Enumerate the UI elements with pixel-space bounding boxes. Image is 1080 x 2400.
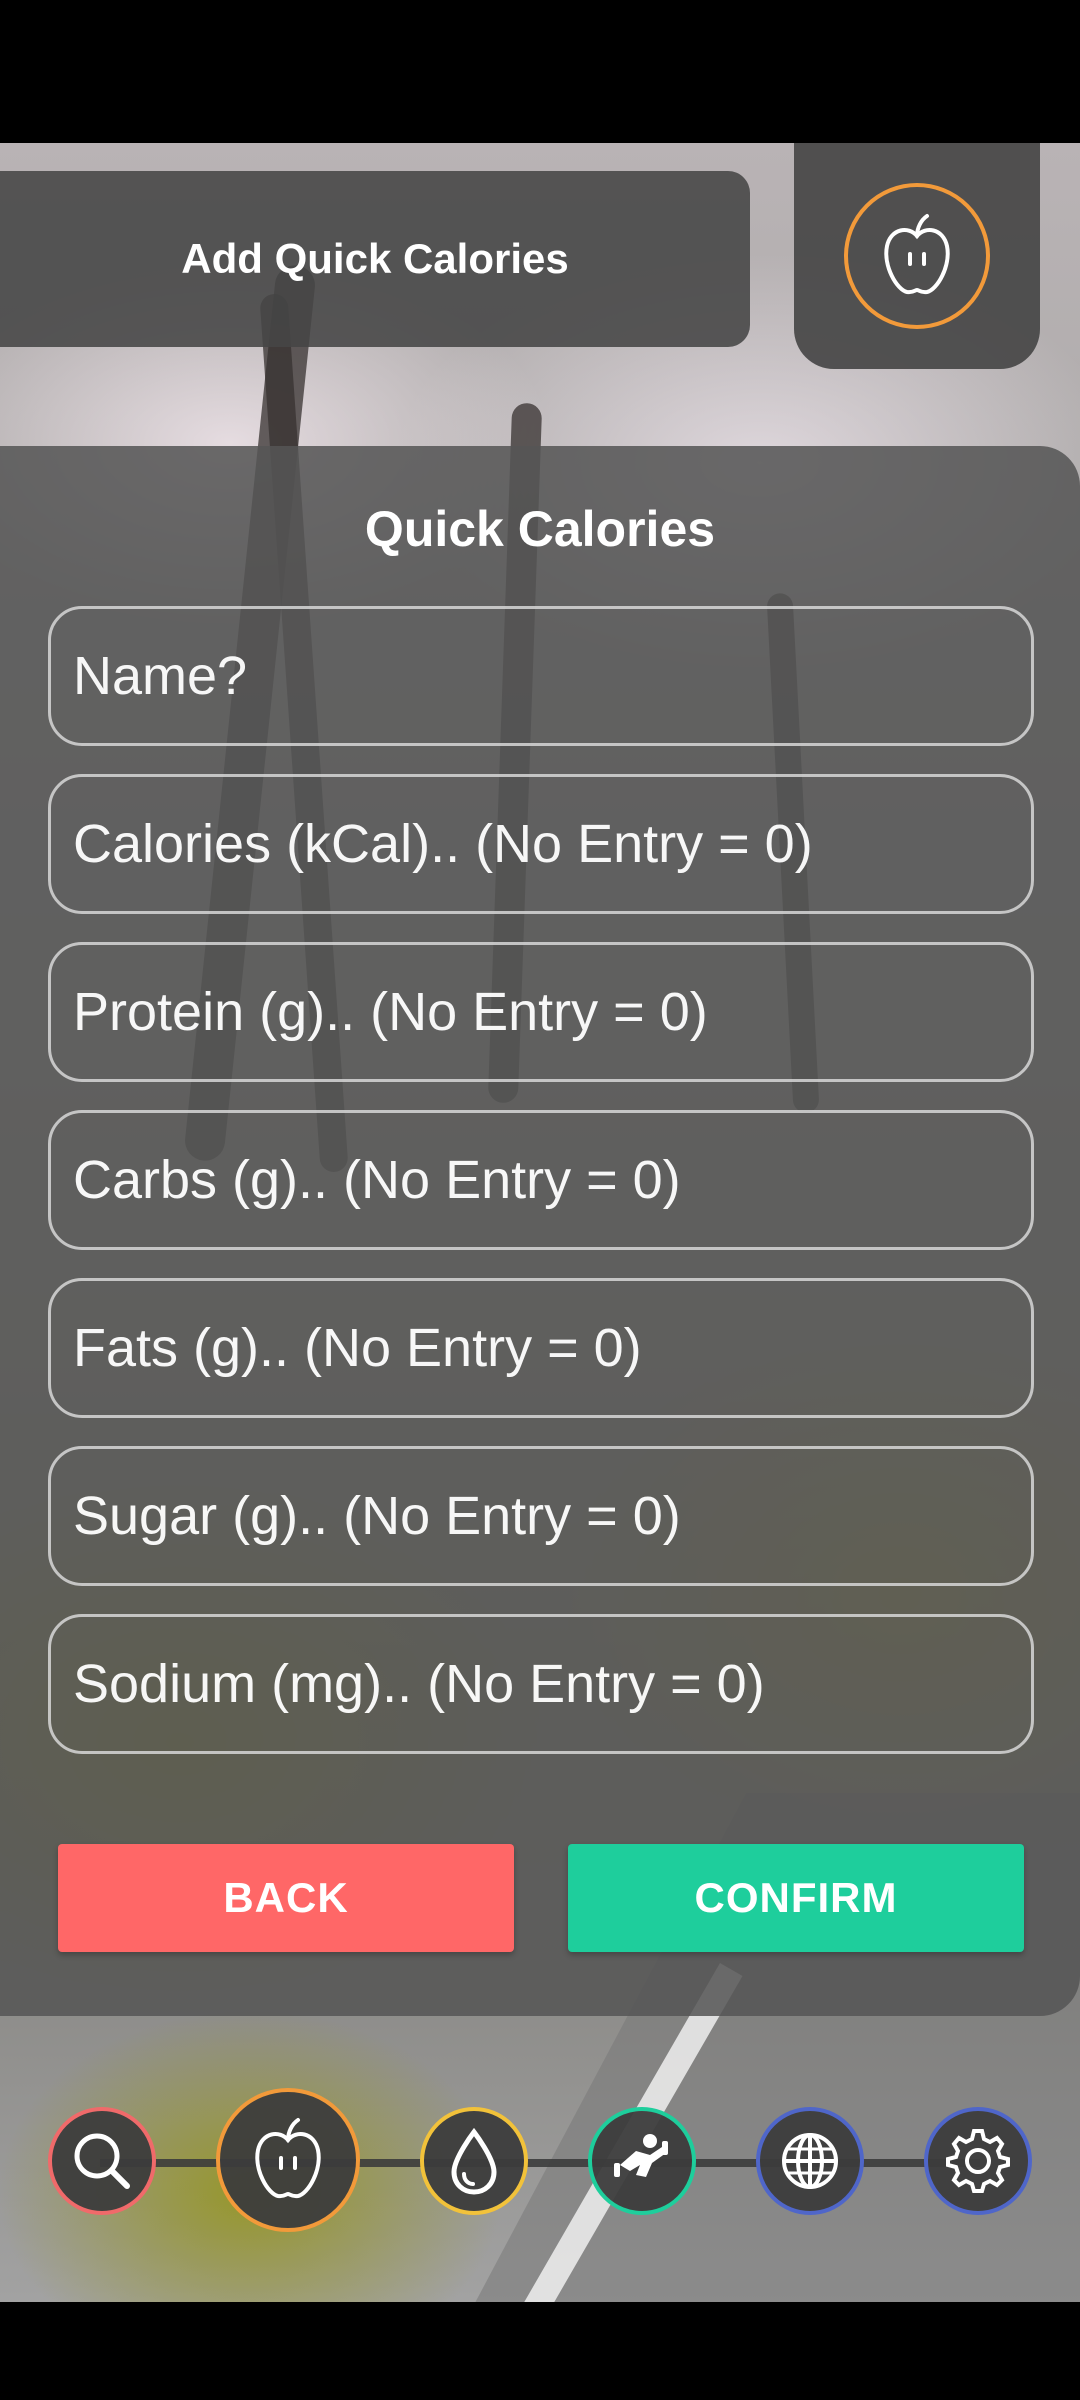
confirm-button[interactable]: CONFIRM xyxy=(568,1844,1024,1952)
globe-icon xyxy=(774,2125,846,2197)
nav-workout-button[interactable] xyxy=(588,2107,696,2215)
gear-icon xyxy=(940,2123,1016,2199)
sugar-input[interactable] xyxy=(48,1446,1034,1586)
page-title: Add Quick Calories xyxy=(181,235,569,282)
nav-settings-button[interactable] xyxy=(924,2107,1032,2215)
workout-icon xyxy=(606,2125,678,2197)
nav-search-button[interactable] xyxy=(48,2107,156,2215)
search-icon xyxy=(67,2126,137,2196)
form-title: Quick Calories xyxy=(364,501,716,557)
fats-input[interactable] xyxy=(48,1278,1034,1418)
sodium-input[interactable] xyxy=(48,1614,1034,1754)
apple-icon xyxy=(844,183,990,329)
calories-input[interactable] xyxy=(48,774,1034,914)
nav-globe-button[interactable] xyxy=(756,2107,864,2215)
back-button[interactable]: BACK xyxy=(58,1844,514,1952)
nav-food-button[interactable] xyxy=(216,2088,360,2232)
water-drop-icon xyxy=(442,2126,506,2196)
nav-water-button[interactable] xyxy=(420,2107,528,2215)
header-icon-card xyxy=(794,143,1040,369)
name-input[interactable] xyxy=(48,606,1034,746)
carbs-input[interactable] xyxy=(48,1110,1034,1250)
protein-input[interactable] xyxy=(48,942,1034,1082)
system-navigation-bar xyxy=(0,2302,1080,2400)
status-bar xyxy=(0,0,1080,143)
apple-icon xyxy=(240,2112,336,2208)
header-card: Add Quick Calories xyxy=(0,171,750,347)
